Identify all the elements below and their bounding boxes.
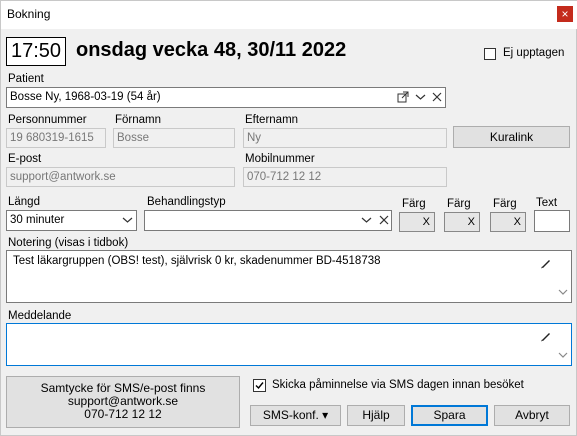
treatment-select[interactable] bbox=[144, 210, 392, 231]
color-2-swatch[interactable]: X bbox=[444, 212, 480, 232]
help-button[interactable]: Hjälp bbox=[347, 405, 405, 426]
length-select[interactable]: 30 minuter bbox=[6, 210, 137, 231]
clear-patient-icon[interactable] bbox=[432, 92, 442, 102]
date-heading: onsdag vecka 48, 30/11 2022 bbox=[76, 39, 347, 61]
sms-conf-button[interactable]: SMS-konf. ▾ bbox=[250, 405, 341, 426]
mobile-field: 070-712 12 12 bbox=[243, 167, 447, 187]
text-label: Text bbox=[536, 197, 558, 209]
reminder-label: Skicka påminnelse via SMS dagen innan be… bbox=[272, 379, 524, 391]
note-scroll-down-icon[interactable] bbox=[558, 288, 568, 296]
first-name-label: Förnamn bbox=[115, 114, 162, 126]
first-name-field: Bosse bbox=[113, 128, 235, 148]
length-value: 30 minuter bbox=[10, 214, 65, 226]
last-name-label: Efternamn bbox=[245, 114, 299, 126]
message-scroll-down-icon[interactable] bbox=[558, 351, 568, 359]
time-display[interactable]: 17:50 bbox=[6, 37, 66, 66]
pnr-field: 19 680319-1615 bbox=[6, 128, 106, 148]
cancel-button[interactable]: Avbryt bbox=[494, 405, 570, 426]
patient-label: Patient bbox=[8, 73, 44, 85]
window-title: Bokning bbox=[7, 7, 51, 21]
open-external-icon[interactable] bbox=[397, 91, 409, 103]
treatment-chevron-icon[interactable] bbox=[361, 215, 372, 225]
patient-field[interactable]: Bosse Ny, 1968-03-19 (54 år) bbox=[6, 87, 446, 108]
note-textarea[interactable]: Test läkargruppen (OBS! test), självrisk… bbox=[6, 250, 572, 303]
last-name-field: Ny bbox=[243, 128, 447, 148]
color-3-swatch[interactable]: X bbox=[490, 212, 526, 232]
color-2-label: Färg bbox=[447, 198, 471, 210]
consent-button[interactable]: Samtycke för SMS/e-post finns support@an… bbox=[6, 376, 240, 428]
color-3-label: Färg bbox=[493, 198, 517, 210]
consent-line-3: 070-712 12 12 bbox=[84, 407, 162, 421]
length-chevron-icon[interactable] bbox=[122, 215, 133, 225]
email-label: E-post bbox=[8, 153, 42, 165]
treatment-label: Behandlingstyp bbox=[147, 196, 226, 208]
color-1-swatch[interactable]: X bbox=[399, 212, 435, 232]
pnr-label: Personnummer bbox=[8, 114, 87, 126]
kuralink-button[interactable]: Kuralink bbox=[453, 126, 570, 148]
message-label: Meddelande bbox=[8, 310, 72, 322]
booking-dialog: Bokning × 17:50 onsdag vecka 48, 30/11 2… bbox=[0, 0, 577, 436]
message-edit-icon[interactable] bbox=[540, 330, 552, 342]
text-field[interactable] bbox=[534, 210, 570, 232]
note-label: Notering (visas i tidbok) bbox=[8, 237, 129, 249]
color-1-label: Färg bbox=[402, 198, 426, 210]
clear-treatment-icon[interactable] bbox=[379, 215, 389, 225]
title-bar bbox=[1, 1, 577, 29]
save-button[interactable]: Spara bbox=[411, 405, 488, 426]
chevron-down-icon[interactable] bbox=[415, 92, 426, 102]
busy-label: Ej upptagen bbox=[503, 47, 565, 59]
message-textarea[interactable] bbox=[6, 323, 572, 366]
length-label: Längd bbox=[8, 196, 40, 208]
close-button[interactable]: × bbox=[557, 6, 573, 22]
checkmark-icon bbox=[255, 382, 264, 390]
note-text: Test läkargruppen (OBS! test), självrisk… bbox=[13, 255, 381, 267]
note-edit-icon[interactable] bbox=[540, 257, 552, 269]
email-field: support@antwork.se bbox=[6, 167, 235, 187]
reminder-checkbox[interactable] bbox=[253, 379, 266, 392]
busy-checkbox[interactable] bbox=[484, 48, 496, 60]
mobile-label: Mobilnummer bbox=[245, 153, 315, 165]
patient-value: Bosse Ny, 1968-03-19 (54 år) bbox=[10, 91, 161, 103]
